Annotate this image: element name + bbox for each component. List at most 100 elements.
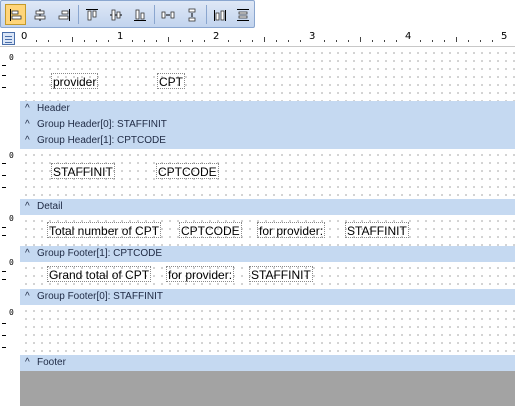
ruler-tick (360, 37, 361, 42)
band-label: Header (37, 103, 70, 114)
grand-total-label[interactable]: Grand total of CPT (47, 266, 152, 282)
ruler-tick (156, 40, 157, 42)
ruler-mark (2, 65, 6, 66)
band-label: Group Footer[0]: STAFFINIT (37, 291, 163, 302)
ruler-tick (288, 40, 289, 42)
ruler-tick (276, 40, 277, 42)
ruler-tick (420, 40, 421, 42)
same-height-icon[interactable] (232, 4, 253, 25)
ruler-label: 2 (213, 31, 220, 42)
ruler-zero-label: 0 (9, 151, 14, 160)
group-footer-0-section[interactable] (20, 305, 515, 355)
ruler-tick (36, 40, 37, 42)
collapse-caret-icon[interactable]: ^ (25, 133, 37, 149)
ruler-tick (48, 40, 49, 42)
ruler-label: 1 (117, 31, 124, 42)
ruler-mark (2, 75, 6, 76)
same-width-icon[interactable] (209, 4, 230, 25)
align-top-icon[interactable] (81, 4, 102, 25)
for-provider-label[interactable]: for provider: (257, 222, 326, 238)
toolbar-separator (206, 5, 207, 24)
vertical-ruler: 0 0 0 0 0 (0, 47, 20, 406)
ruler-zero-label: 0 (9, 53, 14, 62)
ruler-tick (372, 40, 373, 42)
ruler-tick (324, 40, 325, 42)
alignment-toolbar (0, 0, 255, 28)
ruler-label: 4 (405, 31, 412, 42)
ruler-tick (492, 40, 493, 42)
collapse-caret-icon[interactable]: ^ (25, 101, 37, 117)
band-detail[interactable]: ^ Detail (20, 199, 515, 215)
collapse-caret-icon[interactable]: ^ (25, 289, 37, 305)
for-provider-label[interactable]: for provider: (166, 266, 235, 282)
group-header-1-section[interactable]: STAFFINIT CPTCODE (20, 149, 515, 199)
provider-label[interactable]: provider (51, 73, 99, 89)
horizontal-ruler-row: 0 1 2 3 4 5 (0, 31, 515, 47)
align-middle-icon[interactable] (105, 4, 126, 25)
ruler-zero-label: 0 (9, 258, 14, 267)
ruler-label: 3 (309, 31, 316, 42)
align-center-icon[interactable] (29, 4, 50, 25)
band-footer[interactable]: ^ Footer (20, 355, 515, 371)
band-group-footer-0[interactable]: ^ Group Footer[0]: STAFFINIT (20, 289, 515, 305)
ruler-zero-label: 0 (9, 214, 14, 223)
ruler-label: 5 (501, 31, 508, 42)
staffinit-field[interactable]: STAFFINIT (345, 222, 409, 238)
report-explorer-icon[interactable] (2, 32, 15, 45)
ruler-tick (336, 40, 337, 42)
band-group-header-1[interactable]: ^ Group Header[1]: CPTCODE (20, 133, 515, 149)
ruler-tick (204, 40, 205, 42)
ruler-tick (240, 40, 241, 42)
collapse-caret-icon[interactable]: ^ (25, 246, 37, 262)
ruler-mark (2, 347, 6, 348)
ruler-mark (2, 271, 6, 272)
page-header-section[interactable]: provider CPT (20, 47, 515, 101)
collapse-caret-icon[interactable]: ^ (25, 117, 37, 133)
ruler-mark (2, 163, 6, 164)
staffinit-field[interactable]: STAFFINIT (249, 266, 313, 282)
vertical-spacing-icon[interactable] (181, 4, 202, 25)
toolbar-separator (78, 5, 79, 24)
band-group-header-0[interactable]: ^ Group Header[0]: STAFFINIT (20, 117, 515, 133)
ruler-tick (432, 40, 433, 42)
ruler-tick (132, 40, 133, 42)
cptcode-field[interactable]: CPTCODE (156, 163, 219, 179)
ruler-tick (384, 40, 385, 42)
toolbar-separator (154, 5, 155, 24)
ruler-tick (228, 40, 229, 42)
cpt-label[interactable]: CPT (157, 73, 185, 89)
ruler-tick (72, 37, 73, 42)
horizontal-ruler: 0 1 2 3 4 5 (20, 31, 515, 46)
detail-section[interactable]: Total number of CPT CPTCODE for provider… (20, 215, 515, 246)
ruler-tick (168, 37, 169, 42)
horizontal-spacing-icon[interactable] (157, 4, 178, 25)
align-right-icon[interactable] (53, 4, 74, 25)
ruler-tick (252, 40, 253, 42)
ruler-tick (96, 40, 97, 42)
ruler-mark (2, 235, 6, 236)
collapse-caret-icon[interactable]: ^ (25, 199, 37, 215)
ruler-tick (396, 40, 397, 42)
ruler-zero-label: 0 (9, 308, 14, 317)
ruler-tick (444, 40, 445, 42)
band-header[interactable]: ^ Header (20, 101, 515, 117)
group-footer-1-section[interactable]: Grand total of CPT for provider: STAFFIN… (20, 262, 515, 289)
band-label: Group Header[1]: CPTCODE (37, 135, 166, 146)
band-group-footer-1[interactable]: ^ Group Footer[1]: CPTCODE (20, 246, 515, 262)
band-label: Group Header[0]: STAFFINIT (37, 119, 167, 130)
staffinit-field[interactable]: STAFFINIT (51, 163, 115, 179)
band-label: Group Footer[1]: CPTCODE (37, 248, 163, 259)
ruler-mark (2, 279, 6, 280)
toolbar-strip (0, 0, 515, 30)
ruler-tick (468, 40, 469, 42)
collapse-caret-icon[interactable]: ^ (25, 355, 37, 371)
ruler-tick (300, 40, 301, 42)
report-design-surface[interactable]: provider CPT ^ Header ^ Group Header[0]: S… (20, 47, 515, 406)
cptcode-field[interactable]: CPTCODE (179, 222, 242, 238)
ruler-mark (2, 187, 6, 188)
align-left-icon[interactable] (5, 4, 26, 25)
align-bottom-icon[interactable] (129, 4, 150, 25)
ruler-tick (348, 40, 349, 42)
ruler-tick (144, 40, 145, 42)
total-number-label[interactable]: Total number of CPT (47, 222, 162, 238)
